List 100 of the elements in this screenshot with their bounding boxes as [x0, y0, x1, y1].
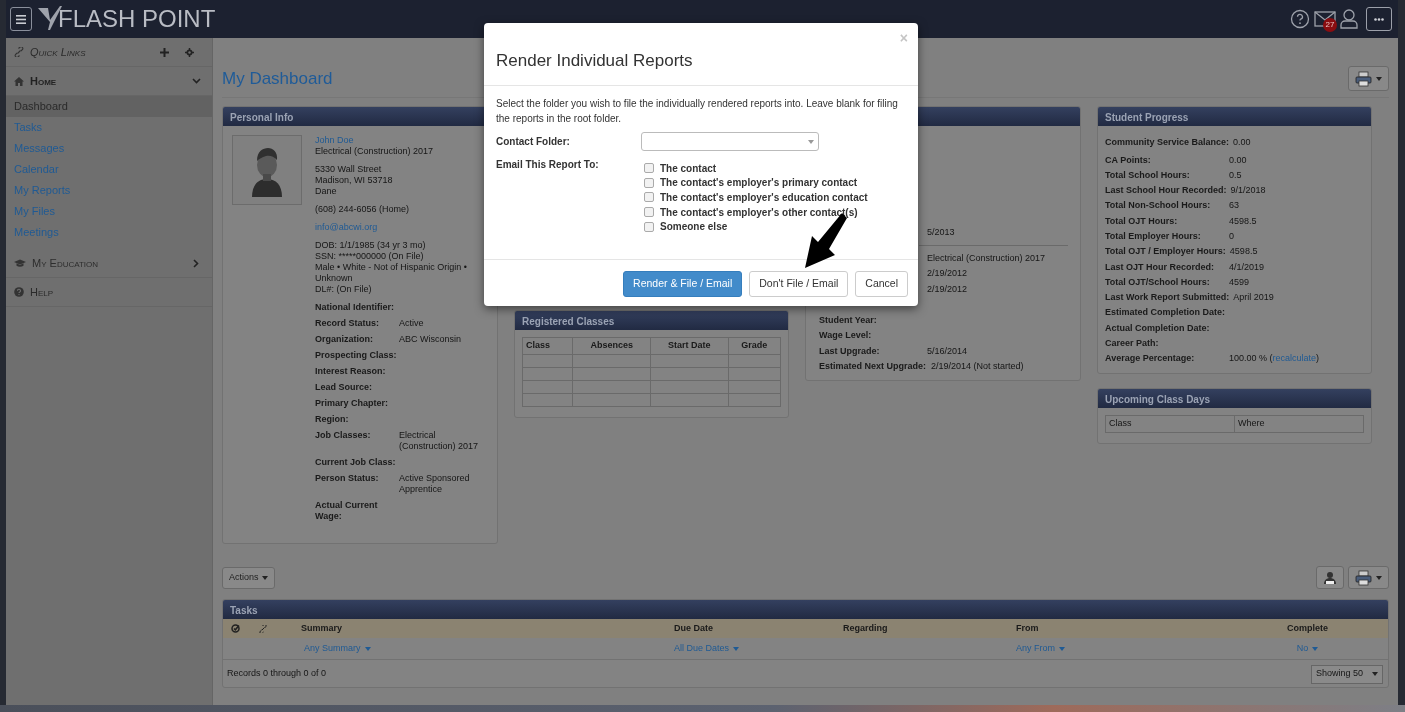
sidebar-section[interactable]: Home — [30, 72, 192, 90]
close-button[interactable]: × — [899, 31, 908, 45]
contact-line: DOB: 1/1/1985 (34 yr 3 mo) — [315, 240, 427, 251]
checkbox-option[interactable]: The contact's employer's primary contact — [644, 175, 858, 191]
email-link[interactable]: info@abcwi.org — [315, 222, 378, 233]
check-circle-icon — [231, 624, 240, 633]
contact-line: Dane — [315, 186, 338, 197]
filter-dropdown[interactable]: All Due Dates — [674, 641, 740, 656]
field-label: Total School Hours: — [1105, 168, 1191, 182]
sidebar-section[interactable]: My Education — [32, 254, 193, 272]
contact-line: DL#: (On File) — [315, 284, 373, 295]
checkbox-option[interactable]: The contact — [644, 161, 717, 176]
filter-dropdown[interactable]: Any From — [1016, 641, 1065, 656]
checkbox-option[interactable]: Someone else — [644, 219, 728, 234]
sidebar-item[interactable]: My Files — [6, 201, 212, 222]
field-label: National Identifier: — [315, 302, 395, 313]
mail-icon[interactable] — [1314, 10, 1336, 28]
field-label: Lead Source: — [315, 382, 373, 393]
column-header: Regarding — [843, 622, 888, 633]
field-value: 2/19/2012 — [927, 267, 968, 280]
field-label: Email This Report To: — [496, 158, 600, 172]
contact-line: Electrical (Construction) 2017 — [315, 146, 435, 157]
page-title: My Dashboard — [222, 67, 333, 90]
chevron-right-icon[interactable] — [193, 258, 199, 268]
field-value: 0.00 — [1229, 153, 1247, 167]
field-label: Actual Completion Date: — [1105, 321, 1211, 335]
field-label: Region: — [315, 414, 350, 425]
field-value: 2/19/2014 (Not started) — [931, 360, 1024, 373]
field-label: Contact Folder: — [496, 135, 571, 149]
field-value: 63 — [1229, 199, 1239, 213]
field-label: Total OJT Hours: — [1105, 214, 1179, 228]
help-icon[interactable] — [1290, 9, 1310, 29]
printer-icon — [1355, 70, 1373, 87]
sidebar-item[interactable]: Calendar — [6, 159, 212, 180]
sidebar-item[interactable]: Meetings — [6, 222, 212, 243]
field-label: Community Service Balance: — [1105, 136, 1230, 149]
column-header: Class — [1105, 415, 1235, 432]
sidebar-item[interactable]: Dashboard — [6, 96, 212, 117]
print-button[interactable] — [1348, 566, 1389, 589]
contact-line: Madison, WI 53718 — [315, 175, 394, 186]
menu-icon — [16, 14, 26, 24]
contact-name-link[interactable]: John Doe — [315, 135, 354, 146]
field-value: 4599 — [1229, 275, 1250, 289]
field-label: Estimated Completion Date: — [1105, 306, 1225, 320]
dialog-button[interactable]: Cancel — [855, 271, 908, 297]
field-value: 9/1/2018 — [1230, 184, 1266, 198]
caret-icon — [1376, 575, 1382, 580]
graduation-cap-icon — [14, 258, 26, 268]
actions-button[interactable]: Actions — [222, 566, 275, 589]
filter-dropdown[interactable]: Any Summary — [304, 641, 371, 656]
field-value: 4/1/2019 — [1229, 260, 1265, 274]
field-value: 2/19/2012 — [927, 282, 968, 296]
field-label: Prospecting Class: — [315, 350, 398, 361]
field-value: 5/16/2014 — [927, 344, 968, 358]
field-label: Average Percentage: — [1105, 352, 1196, 366]
field-value: ABC Wisconsin — [399, 334, 462, 345]
field-label: Total Employer Hours: — [1105, 230, 1202, 243]
app-logo: FLASH POINT — [58, 7, 216, 31]
checkbox-option[interactable]: The contact's employer's education contact — [644, 190, 868, 205]
dialog-button[interactable]: Render & File / Email — [623, 271, 743, 297]
column-header: Grade — [728, 337, 781, 354]
user-icon[interactable] — [1340, 9, 1358, 29]
printer-icon — [1355, 569, 1373, 586]
field-value: 0 — [1229, 230, 1234, 243]
filter-dropdown[interactable]: No — [1296, 641, 1319, 656]
panel-header: Tasks — [223, 600, 1388, 619]
field-label: Total OJT/School Hours: — [1105, 275, 1211, 289]
chevron-down-icon[interactable] — [192, 78, 201, 84]
sidebar-item[interactable]: Messages — [6, 138, 212, 159]
contacts-button[interactable] — [1316, 566, 1344, 589]
field-value: Electrical (Construction) 2017 — [399, 430, 480, 452]
column-header: Due Date — [674, 622, 713, 633]
dialog-button[interactable]: Don't File / Email — [749, 271, 849, 297]
caret-icon — [1059, 646, 1065, 651]
menu-button[interactable] — [10, 7, 32, 31]
sidebar-section[interactable]: Help — [30, 283, 204, 301]
field-label: Person Status: — [315, 473, 380, 485]
field-label: Job Classes: — [315, 430, 372, 442]
page-size-select[interactable]: Showing 50 — [1311, 664, 1383, 684]
caret-icon — [1376, 76, 1382, 81]
column-header: From — [1016, 622, 1039, 633]
sidebar-item[interactable]: My Reports — [6, 180, 212, 201]
panel-header: Student Progress — [1098, 107, 1371, 126]
checkbox-option[interactable]: The contact's employer's other contact(s) — [644, 204, 858, 220]
field-label: Interest Reason: — [315, 366, 387, 377]
field-value: 0.00 — [1233, 136, 1251, 149]
sidebar-item[interactable]: Tasks — [6, 117, 212, 138]
dialog-title: Render Individual Reports — [496, 50, 694, 72]
more-button[interactable] — [1366, 7, 1392, 31]
quick-links-heading: Quick Links — [30, 44, 87, 60]
plus-icon[interactable] — [160, 47, 169, 57]
field-label: Total Non-School Hours: — [1105, 199, 1212, 213]
print-button[interactable] — [1348, 66, 1389, 91]
field-value: Active Sponsored Apprentice — [399, 473, 471, 495]
column-header: Start Date — [650, 337, 729, 354]
field-label: Estimated Next Upgrade: — [819, 360, 927, 373]
contact-line: SSN: *****000000 (On File) — [315, 251, 425, 262]
dialog-description: Select the folder you wish to file the individually rendered reports into. Leave blank for filing the reports in the root folder. — [496, 97, 899, 126]
field-label: Record Status: — [315, 318, 380, 329]
field-label: Total OJT / Employer Hours: — [1105, 245, 1226, 259]
